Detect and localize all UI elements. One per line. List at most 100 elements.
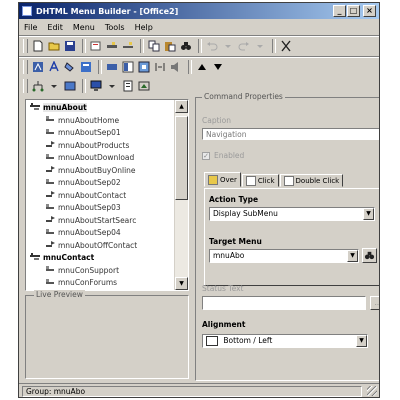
sound-button[interactable] [169, 60, 183, 74]
layout-button[interactable] [121, 60, 135, 74]
status-bar: Group: mnuAbo [19, 383, 379, 397]
tree-item-label: mnuAboutSep02 [58, 178, 121, 187]
target-menu-select[interactable]: mnuAbo ▼ [209, 249, 359, 263]
text-color-button[interactable] [47, 60, 61, 74]
tree-command-item[interactable]: mnuAboutProducts [46, 140, 129, 151]
menu-file[interactable]: File [19, 23, 42, 32]
tree-command-item[interactable]: mnuAboutOffContact [46, 240, 137, 251]
add-group-button[interactable] [89, 39, 103, 53]
tree-command-item[interactable]: mnuAboutSep02 [46, 177, 121, 188]
menu-tools[interactable]: Tools [100, 23, 130, 32]
tree-scrollbar[interactable]: ▲ ▼ [174, 100, 188, 290]
open-button[interactable] [47, 39, 61, 53]
alignment-value: Bottom / Left [223, 336, 273, 345]
status-text-field[interactable] [202, 296, 366, 310]
toolbar-separator [140, 39, 144, 53]
tree-command-item[interactable]: mnuConForums [46, 277, 117, 288]
undo-dropdown[interactable] [221, 39, 235, 53]
chevron-down-icon[interactable]: ▼ [347, 250, 358, 262]
compile-button[interactable] [121, 79, 135, 93]
add-command-button[interactable] [105, 39, 119, 53]
target-menu-value: mnuAbo [213, 251, 245, 260]
find-target-button[interactable] [362, 248, 377, 263]
tab-over[interactable]: Over [204, 172, 241, 187]
font-button[interactable] [31, 60, 45, 74]
toolbar-grip[interactable] [23, 60, 28, 74]
title-bar[interactable]: DHTML Menu Builder - [Office2] _ □ × [19, 3, 379, 19]
menu-tree[interactable]: mnuAbout mnuAboutHome mnuAboutSep01 mnuAbou… [25, 99, 189, 291]
tab-over-label: Over [220, 175, 237, 184]
preview-dropdown[interactable] [105, 79, 119, 93]
scroll-down-arrow[interactable]: ▼ [175, 277, 188, 290]
app-window: DHTML Menu Builder - [Office2] _ □ × Fil… [18, 2, 380, 398]
toolbar-grip[interactable] [23, 79, 28, 93]
speaker-icon [171, 62, 178, 72]
chevron-down-icon[interactable]: ▼ [363, 208, 374, 220]
tab-click[interactable]: Click [241, 174, 279, 187]
tree-item-label: mnuAboutStartSearc [58, 215, 137, 225]
border-button[interactable] [105, 60, 119, 74]
tree-command-item[interactable]: mnuAboutSep04 [46, 227, 121, 238]
tree-command-item[interactable]: mnuConSupport [46, 265, 119, 276]
caption-field[interactable]: Navigation [202, 128, 379, 140]
tree-command-item[interactable]: mnuAboutContact [46, 190, 126, 201]
move-down-button[interactable] [211, 60, 225, 74]
tree-group-item[interactable]: mnuAbout [30, 102, 87, 113]
effects-button[interactable] [137, 60, 151, 74]
status-text-browse-button[interactable]: ... [370, 296, 379, 310]
maximize-button[interactable]: □ [347, 5, 360, 17]
command-icon [46, 116, 55, 124]
toolbar-grip[interactable] [23, 39, 28, 53]
image-button[interactable] [79, 60, 93, 74]
tab-click-label: Click [257, 176, 275, 185]
redo-button[interactable] [237, 39, 251, 53]
tree-command-item[interactable]: mnuAboutSep03 [46, 202, 121, 213]
tree-item-label: mnuAboutOffContact [58, 240, 138, 250]
minimize-button[interactable]: _ [333, 5, 346, 17]
toolbar-separator [82, 79, 86, 93]
publish-button[interactable] [137, 79, 151, 93]
menu-menu[interactable]: Menu [68, 23, 100, 32]
tree-item-label: mnuAboutBuyOnline [58, 165, 136, 175]
spacing-button[interactable] [153, 60, 167, 74]
command-properties-panel: Command Properties Caption Navigation ✓ … [195, 92, 379, 381]
command-icon [46, 278, 55, 287]
tree-command-item[interactable]: mnuAboutBuyOnline [46, 165, 136, 176]
copy-icon [148, 40, 160, 52]
copy-button[interactable] [147, 39, 161, 53]
undo-button[interactable] [205, 39, 219, 53]
add-separator-button[interactable] [121, 39, 135, 53]
move-up-button[interactable] [195, 60, 209, 74]
alignment-label: Alignment [202, 320, 246, 329]
scroll-thumb[interactable] [175, 116, 188, 200]
fill-color-button[interactable] [63, 60, 77, 74]
tree-group-item[interactable]: mnuContact [30, 252, 94, 263]
menu-help[interactable]: Help [130, 23, 158, 32]
redo-dropdown[interactable] [253, 39, 267, 53]
alignment-select[interactable]: Bottom / Left ▼ [202, 334, 368, 348]
enabled-checkbox[interactable]: ✓ [202, 152, 210, 160]
toolbar-separator [198, 39, 202, 53]
tab-double-click[interactable]: Double Click [279, 174, 344, 187]
project-button[interactable] [63, 79, 77, 93]
menu-edit[interactable]: Edit [42, 23, 68, 32]
tree-command-item[interactable]: mnuAboutHome [46, 115, 119, 126]
tree-command-item[interactable]: mnuAboutStartSearc [46, 215, 136, 226]
scroll-up-arrow[interactable]: ▲ [175, 100, 188, 113]
action-type-select[interactable]: Display SubMenu ▼ [209, 207, 375, 221]
chevron-down-icon[interactable]: ▼ [356, 335, 367, 347]
hierarchy-dropdown[interactable] [47, 79, 61, 93]
preview-button[interactable] [89, 79, 103, 93]
cut-button[interactable] [279, 39, 293, 53]
tree-command-item[interactable]: mnuAboutDownload [46, 152, 134, 163]
resize-grip[interactable] [367, 386, 377, 396]
hierarchy-button[interactable] [31, 79, 45, 93]
tree-command-item[interactable]: mnuAboutSep01 [46, 127, 121, 138]
save-button[interactable] [63, 39, 77, 53]
new-button[interactable] [31, 39, 45, 53]
redo-icon [238, 42, 249, 51]
close-button[interactable]: × [363, 5, 376, 17]
find-button[interactable] [179, 39, 193, 53]
arrow-up-icon [198, 64, 206, 70]
paste-button[interactable] [163, 39, 177, 53]
